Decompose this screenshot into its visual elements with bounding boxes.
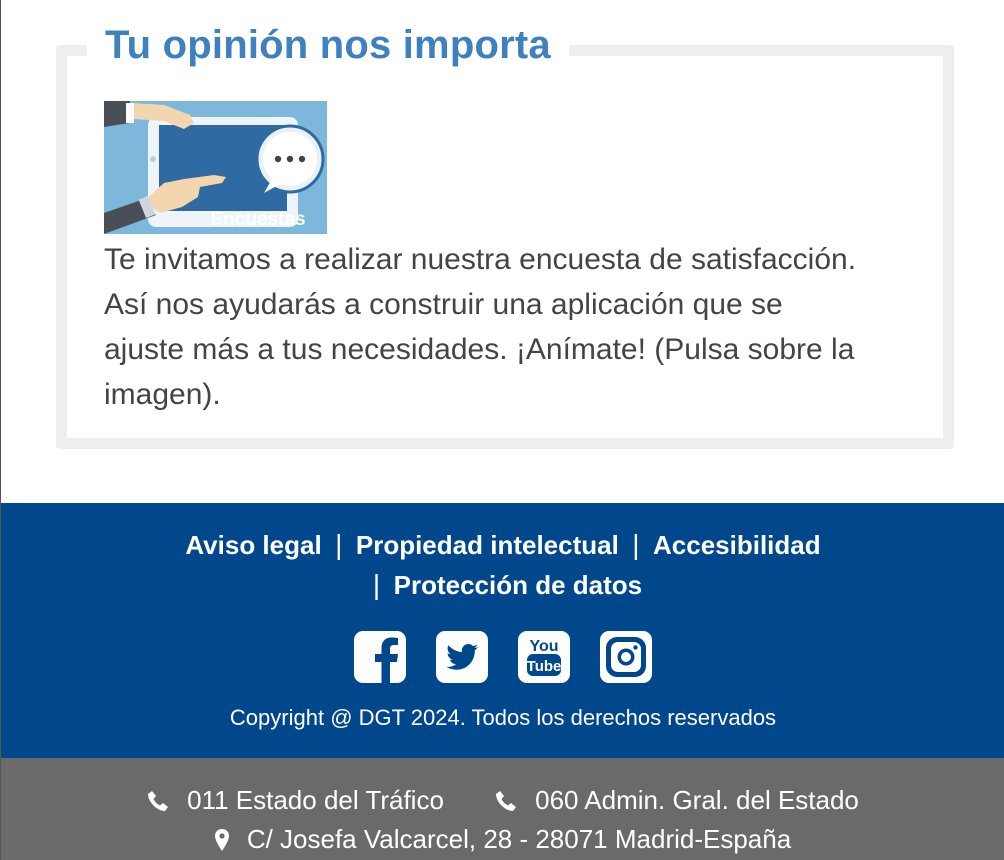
instagram-icon[interactable] [600,631,652,683]
survey-image-link[interactable]: Encuestas [104,101,327,234]
footer-links-row: Aviso legal | Propiedad intelectual | Ac… [1,527,1004,563]
link-aviso-legal[interactable]: Aviso legal [185,527,321,563]
survey-illustration: Encuestas [104,101,327,234]
twitter-icon[interactable] [436,631,488,683]
survey-description: Te invitamos a realizar nuestra encuesta… [104,243,857,411]
link-separator: | [335,529,343,560]
map-marker-icon [214,824,229,860]
facebook-icon[interactable] [354,631,406,683]
link-propiedad-intelectual[interactable]: Propiedad intelectual [356,527,619,563]
youtube-tube-text: Tube [527,658,562,675]
link-proteccion-datos[interactable]: Protección de datos [394,567,643,603]
footer: Aviso legal | Propiedad intelectual | Ac… [1,503,1004,758]
contact-bar: 011 Estado del Tráfico 060 Admin. Gral. … [1,758,1004,860]
link-accesibilidad[interactable]: Accesibilidad [653,527,821,563]
phones-row: 011 Estado del Tráfico 060 Admin. Gral. … [1,782,1004,821]
phone-link-admin[interactable]: 060 Admin. Gral. del Estado [495,782,859,821]
phone-icon [495,785,517,821]
phone-admin-text: 060 Admin. Gral. del Estado [535,785,859,815]
youtube-you-text: You [529,638,558,655]
footer-links-row: | Protección de datos [1,567,1004,603]
phone-trafico-text: 011 Estado del Tráfico [187,785,444,815]
copyright-text: Copyright @ DGT 2024. Todos los derechos… [229,705,777,730]
address-text: C/ Josefa Valcarcel, 28 - 28071 Madrid-E… [246,824,792,854]
youtube-icon[interactable]: You Tube [518,631,570,683]
survey-image-label: Encuestas [210,209,305,230]
link-separator: | [632,529,640,560]
social-links: You Tube [1,631,1004,683]
survey-title: Tu opinión nos importa [87,20,569,70]
link-separator: | [372,569,381,600]
phone-link-trafico[interactable]: 011 Estado del Tráfico [147,782,444,821]
address-row: C/ Josefa Valcarcel, 28 - 28071 Madrid-E… [1,821,1004,860]
phone-icon [147,785,169,821]
